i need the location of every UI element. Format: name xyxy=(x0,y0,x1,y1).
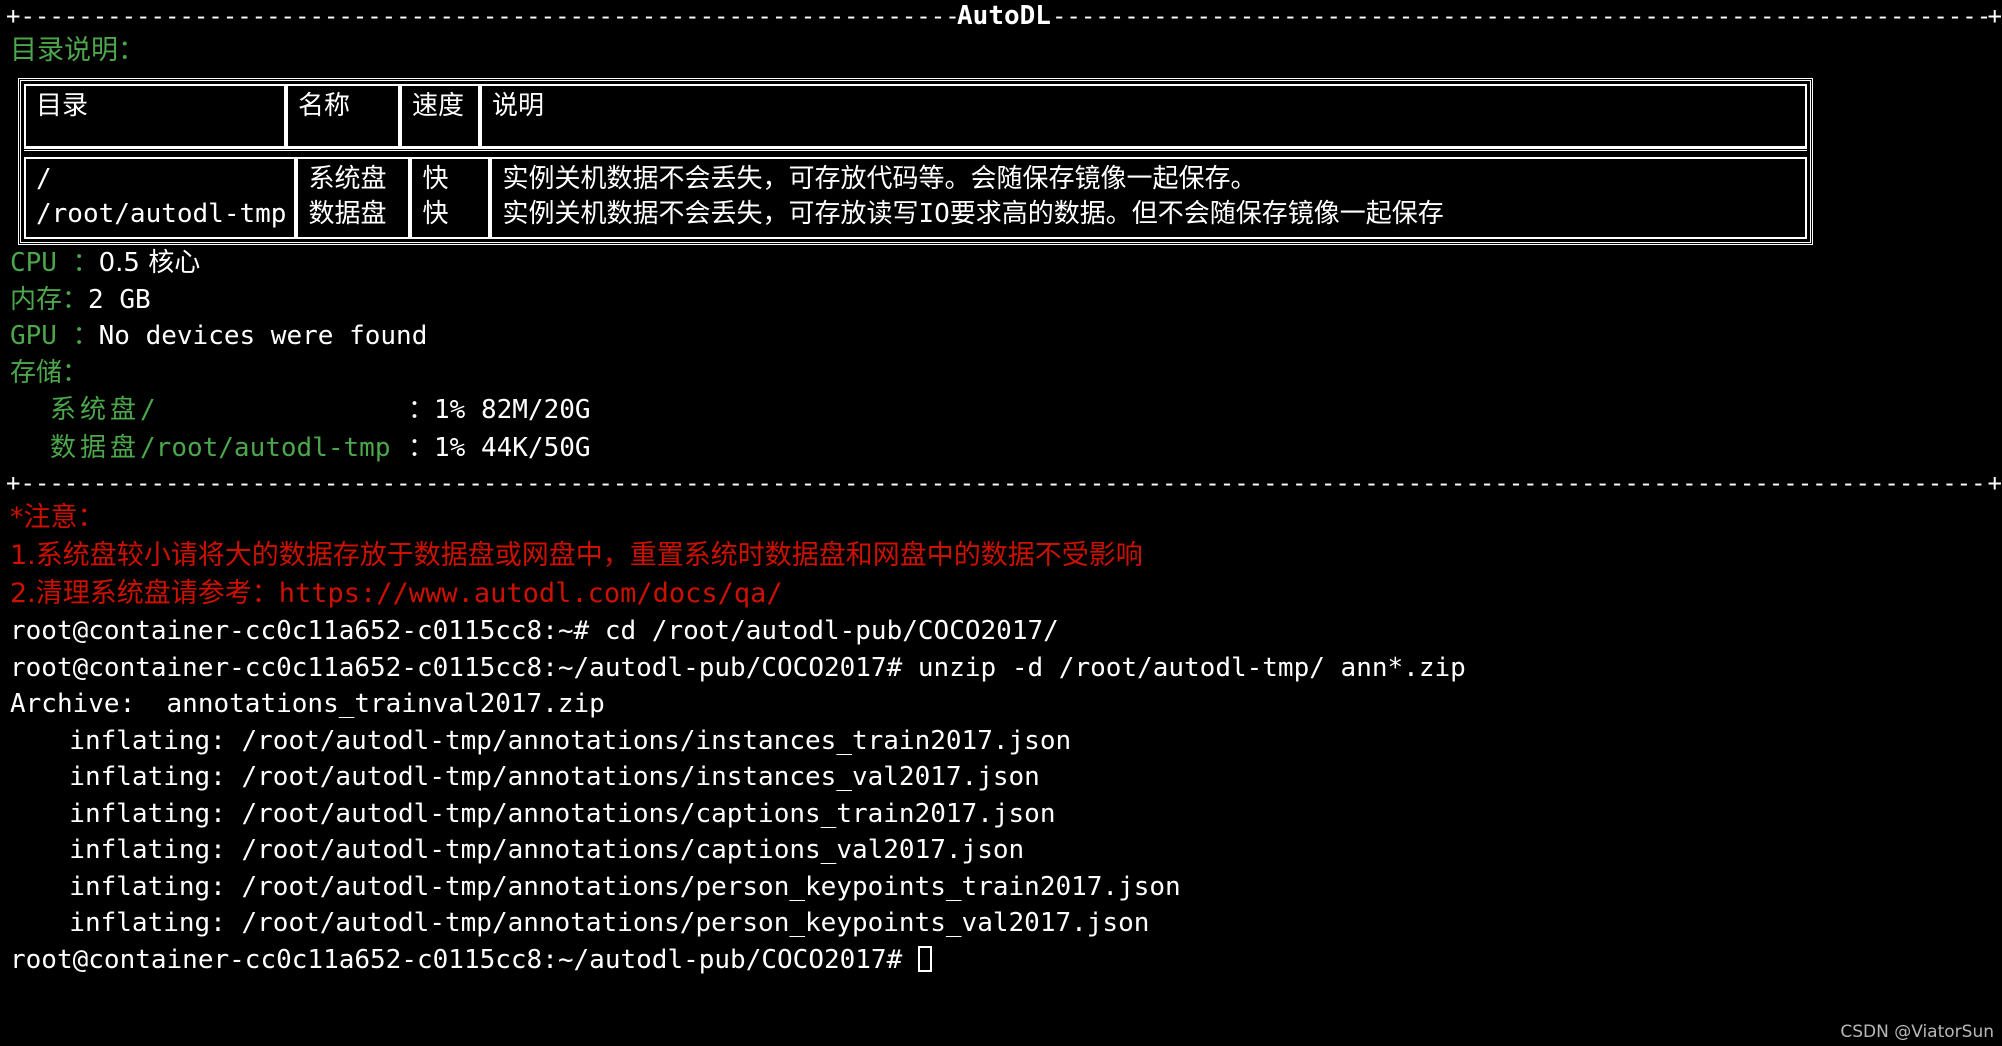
notice-link[interactable]: https://www.autodl.com/docs/qa/ xyxy=(279,578,783,609)
name-value-1: 数据盘 xyxy=(308,199,387,229)
cursor-block xyxy=(917,945,932,972)
storage-path-system: / xyxy=(140,395,156,425)
directory-table-body: / /root/autodl-tmp 系统盘数据盘 快快 实例关机数据不会丢失，可… xyxy=(24,157,1807,239)
storage-path-data: /root/autodl-tmp xyxy=(140,433,391,463)
terminal-screen: + --------------------------------------… xyxy=(0,0,2002,1046)
rule2-plus-left: + xyxy=(6,469,21,497)
table-header-speed: 速度 xyxy=(400,84,480,148)
gpu-row: GPU ：No devices were found xyxy=(10,318,2002,355)
table-cell-name: 系统盘 数据盘 xyxy=(296,157,411,239)
storage-sep-system: ： xyxy=(408,395,435,425)
notice-block: *注意： 1.系统盘较小请将大的数据存放于数据盘或网盘中，重置系统时数据盘和网盘… xyxy=(0,499,2002,613)
gpu-value: No devices were found xyxy=(98,321,428,351)
terminal-line-inflating-2: inflating: /root/autodl-tmp/annotations/… xyxy=(38,762,1040,792)
memory-label: 内存： xyxy=(10,284,89,315)
table-row: / /root/autodl-tmp 系统盘数据盘 快快 实例关机数据不会丢失，可… xyxy=(24,157,1807,239)
storage-row-system: 系统盘/ ： 1% 82M/20G xyxy=(10,391,2002,429)
rule-dashes-left: ----------------------------------------… xyxy=(20,2,957,30)
dir-value-0: / xyxy=(36,164,52,194)
desc-value-1: 实例关机数据不会丢失，可存放读写IO要求高的数据。但不会随保存镜像一起保存 xyxy=(502,199,1444,229)
notice-line-1: 1.系统盘较小请将大的数据存放于数据盘或网盘中，重置系统时数据盘和网盘中的数据不… xyxy=(10,540,1143,571)
banner-top-rule: + --------------------------------------… xyxy=(0,0,2002,32)
table-header-row: 目录 名称 速度 说明 xyxy=(24,84,1807,148)
terminal-line-command-2: root@container-cc0c11a652-c0115cc8:~/aut… xyxy=(10,650,2002,687)
terminal-line-inflating-4: inflating: /root/autodl-tmp/annotations/… xyxy=(38,835,1025,865)
table-cell-dir: / /root/autodl-tmp xyxy=(24,157,297,239)
terminal-line-inflating-5: inflating: /root/autodl-tmp/annotations/… xyxy=(38,871,1181,902)
notice-heading: *注意： xyxy=(10,502,105,533)
notice-line-2-text: 2.清理系统盘请参考： xyxy=(10,578,279,609)
banner-bottom-rule: + --------------------------------------… xyxy=(0,467,2002,499)
terminal-line-inflating-3: inflating: /root/autodl-tmp/annotations/… xyxy=(38,798,1056,829)
gpu-label: GPU ： xyxy=(10,321,99,351)
rule2-plus-right: + xyxy=(1987,469,2002,497)
cpu-row: CPU ：0.5 核心 xyxy=(10,245,2002,282)
dir-value-1: /root/autodl-tmp xyxy=(36,199,287,229)
table-cell-desc: 实例关机数据不会丢失，可存放代码等。会随保存镜像一起保存。实例关机数据不会丢失，… xyxy=(490,157,1807,239)
table-header-desc: 说明 xyxy=(480,84,1807,148)
storage-name-data: 数据盘 xyxy=(50,433,141,463)
command-1: cd /root/autodl-pub/COCO2017/ xyxy=(604,616,1059,646)
dir-section-heading: 目录说明： xyxy=(10,35,145,66)
rule-plus-right: + xyxy=(1987,2,2002,30)
table-header-dir: 目录 xyxy=(24,84,286,148)
cpu-value: 0.5 核心 xyxy=(98,248,201,278)
storage-usage-system: 1% 82M/20G xyxy=(434,395,591,425)
table-header-separator xyxy=(24,148,1807,157)
speed-value-0: 快 xyxy=(422,164,449,194)
directory-table: 目录 名称 速度 说明 xyxy=(24,84,1807,148)
speed-value-1: 快 xyxy=(422,199,449,229)
terminal-line-command-1: root@container-cc0c11a652-c0115cc8:~# cd… xyxy=(10,613,2002,650)
storage-usage-data: 1% 44K/50G xyxy=(434,433,591,463)
cpu-label: CPU ： xyxy=(10,248,99,278)
desc-value-0: 实例关机数据不会丢失，可存放代码等。会随保存镜像一起保存。 xyxy=(502,164,1257,194)
rule2-dashes: ----------------------------------------… xyxy=(20,469,1988,497)
rule-plus-left: + xyxy=(6,2,21,30)
storage-name-system: 系统盘 xyxy=(50,395,141,425)
notice-line-2: 2.清理系统盘请参考：https://www.autodl.com/docs/q… xyxy=(10,575,2002,613)
storage-label: 存储： xyxy=(10,357,89,388)
terminal-session[interactable]: root@container-cc0c11a652-c0115cc8:~# cd… xyxy=(0,613,2002,978)
command-2: unzip -d /root/autodl-tmp/ ann*.zip xyxy=(917,652,1466,683)
memory-value: 2 GB xyxy=(88,284,151,315)
directory-table-outer-border: 目录 名称 速度 说明 / /root/autodl-tmp 系统盘数据盘 快快 … xyxy=(18,78,1813,245)
terminal-final-prompt-line[interactable]: root@container-cc0c11a652-c0115cc8:~/aut… xyxy=(10,942,2002,979)
terminal-line-inflating-6: inflating: /root/autodl-tmp/annotations/… xyxy=(38,908,1150,938)
storage-row-data: 数据盘/root/autodl-tmp ： 1% 44K/50G xyxy=(10,429,2002,467)
prompt-2: root@container-cc0c11a652-c0115cc8:~/aut… xyxy=(10,652,918,683)
prompt-1: root@container-cc0c11a652-c0115cc8:~# xyxy=(10,616,605,646)
rule-dashes-right: ----------------------------------------… xyxy=(1051,2,1988,30)
watermark: CSDN @ViatorSun xyxy=(1840,1022,1994,1042)
banner-title: AutoDL xyxy=(957,1,1051,31)
name-value-0: 系统盘 xyxy=(308,164,387,194)
memory-row: 内存：2 GB xyxy=(10,282,2002,319)
table-header-name: 名称 xyxy=(286,84,400,148)
table-cell-speed: 快快 xyxy=(410,157,491,239)
directory-table-wrapper: 目录 名称 速度 说明 / /root/autodl-tmp 系统盘数据盘 快快 … xyxy=(18,78,1813,245)
storage-sep-data: ： xyxy=(408,433,435,463)
final-prompt: root@container-cc0c11a652-c0115cc8:~/aut… xyxy=(10,944,918,975)
system-info-block: CPU ：0.5 核心 内存：2 GB GPU ：No devices were… xyxy=(0,245,2002,467)
terminal-line-archive: Archive: annotations_trainval2017.zip xyxy=(10,689,605,719)
terminal-line-inflating-1: inflating: /root/autodl-tmp/annotations/… xyxy=(38,725,1072,756)
